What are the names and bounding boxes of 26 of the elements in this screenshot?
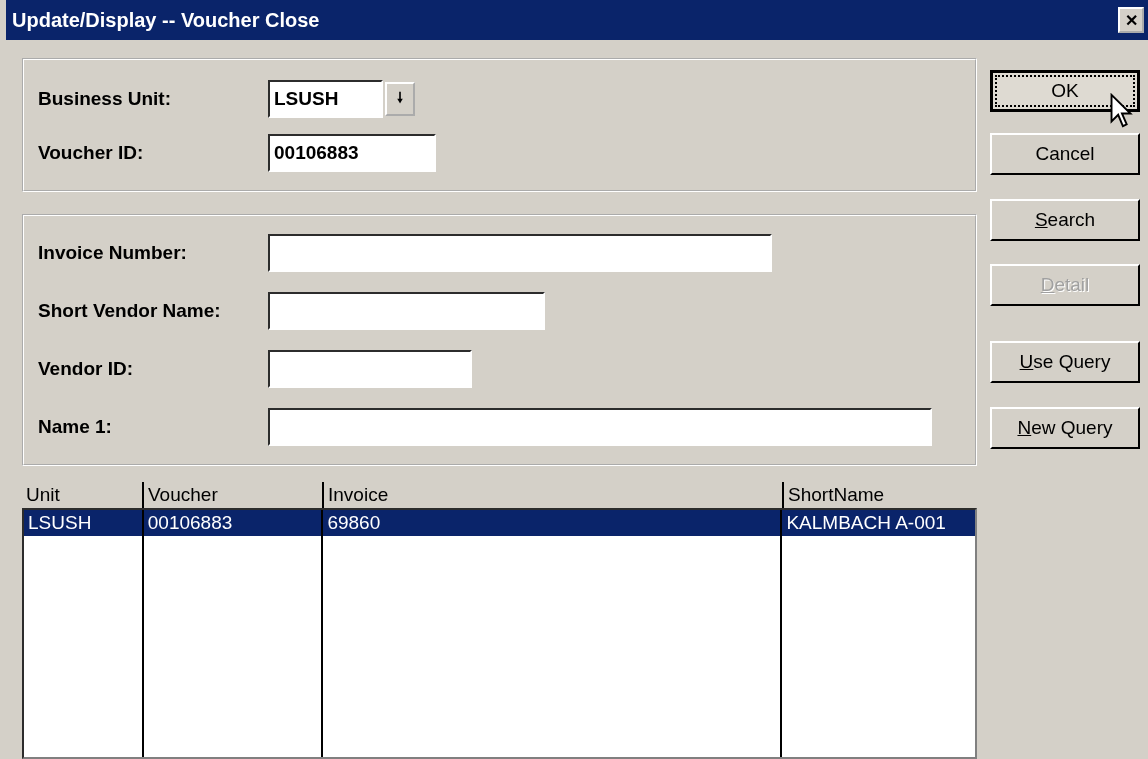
dialog-button[interactable]: New Query	[990, 407, 1140, 449]
combo-field[interactable]: LSUSH	[268, 80, 383, 118]
list-row[interactable]: LSUSH 00106883 69860 KALMBACH A-001	[24, 510, 975, 536]
input-field[interactable]	[268, 292, 545, 330]
field-label: Business Unit:	[38, 88, 173, 110]
column-header[interactable]: Unit	[22, 482, 142, 508]
field-label: Vendor ID:	[38, 358, 134, 380]
field-label: Short Vendor Name:	[38, 300, 222, 322]
close-button[interactable]: ✕	[1118, 7, 1144, 33]
input-field[interactable]	[268, 350, 472, 388]
pointer-cursor-icon	[1109, 93, 1133, 129]
list-cell-text: 69860	[326, 511, 382, 535]
input-field[interactable]	[268, 408, 932, 446]
field-label: Name 1:	[38, 416, 113, 438]
list-cell-text: KALMBACH A-001	[785, 511, 947, 535]
dialog-button[interactable]: Use Query	[990, 341, 1140, 383]
dialog-button[interactable]: Search	[990, 199, 1140, 241]
dialog-button[interactable]: Cancel	[990, 133, 1140, 175]
input-field[interactable]	[268, 234, 772, 272]
window-title: Update/Display -- Voucher Close	[12, 8, 320, 32]
input-field[interactable]: 00106883	[268, 134, 436, 172]
field-label: Invoice Number:	[38, 242, 188, 264]
list-cell-text: LSUSH	[27, 511, 93, 535]
dropdown-button[interactable]: 🠗	[385, 82, 415, 116]
field-label: Voucher ID:	[38, 142, 145, 164]
list-cell-text: 00106883	[146, 511, 234, 535]
